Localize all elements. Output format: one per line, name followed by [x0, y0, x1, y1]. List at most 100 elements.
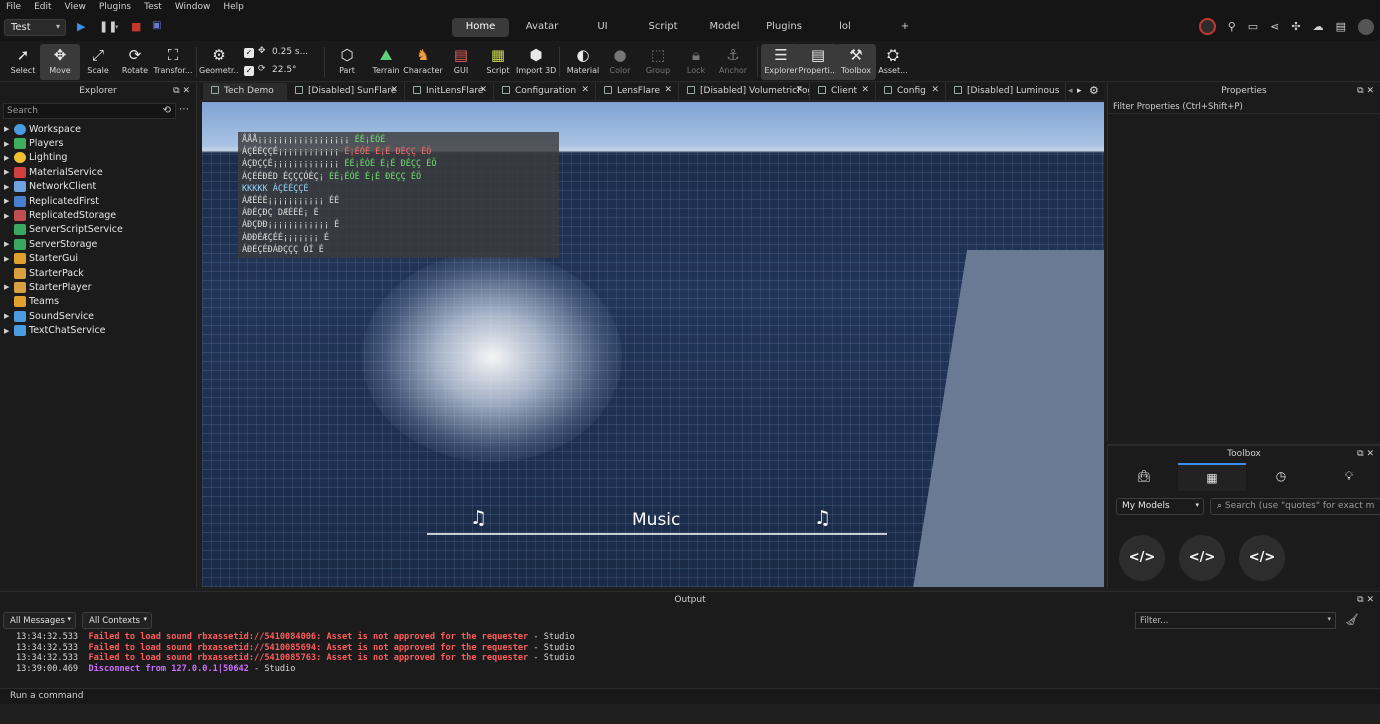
tab-ui[interactable]: UI — [575, 18, 630, 37]
gear-icon[interactable]: ⚙ — [1089, 84, 1099, 97]
expand-arrow-icon[interactable]: ▶ — [4, 140, 14, 148]
doc-tab-configuration[interactable]: Configuration ✕ — [494, 83, 596, 101]
character-tool[interactable]: ♞ Character — [403, 44, 443, 80]
more-icon[interactable]: ⋯ — [179, 104, 189, 115]
notifications-icon[interactable]: ▤ — [1336, 20, 1346, 33]
tree-item-teams[interactable]: Teams — [0, 295, 197, 309]
tab-marketplace[interactable]: 👜︎ — [1110, 463, 1178, 491]
close-tab-icon[interactable]: ✕ — [931, 85, 939, 95]
script-tool[interactable]: ▦ Script — [478, 44, 518, 80]
code-asset-button[interactable]: </> — [1239, 535, 1285, 581]
code-asset-button[interactable]: </> — [1179, 535, 1225, 581]
undock-icon[interactable]: ⧉ — [1357, 595, 1363, 605]
expand-arrow-icon[interactable]: ▶ — [4, 197, 14, 205]
doc-tab-config[interactable]: Config ✕ — [876, 83, 946, 101]
tab-model[interactable]: Model — [696, 18, 753, 37]
expand-arrow-icon[interactable]: ▶ — [4, 154, 14, 162]
close-icon[interactable]: ✕ — [1366, 449, 1374, 459]
avatar[interactable] — [1358, 18, 1374, 35]
menu-test[interactable]: Test — [144, 2, 162, 12]
asset-manager-toggle[interactable]: ⛭ Asset... — [873, 44, 913, 80]
tree-item-soundservice[interactable]: ▶ SoundService — [0, 309, 197, 323]
tree-item-networkclient[interactable]: ▶ NetworkClient — [0, 180, 197, 194]
expand-arrow-icon[interactable]: ▶ — [4, 212, 14, 220]
collaborate-icon[interactable]: ✣ — [1291, 20, 1300, 33]
tab-script[interactable]: Script — [630, 18, 696, 37]
tree-item-starterpack[interactable]: StarterPack — [0, 266, 197, 280]
rotate-snap-value[interactable]: 22.5° — [272, 65, 297, 75]
color-tool[interactable]: ● Color — [600, 44, 640, 80]
menu-help[interactable]: Help — [223, 2, 244, 12]
cloud-icon[interactable]: ☁ — [1313, 20, 1324, 33]
tree-item-workspace[interactable]: ▶ Workspace — [0, 122, 197, 136]
menu-view[interactable]: View — [65, 2, 86, 12]
toolbox-toggle[interactable]: ⚒ Toolbox — [836, 44, 876, 80]
expand-arrow-icon[interactable]: ▶ — [4, 183, 14, 191]
close-tab-icon[interactable]: ✕ — [795, 85, 803, 95]
doc-tab-client[interactable]: Client ✕ — [810, 83, 876, 101]
expand-arrow-icon[interactable]: ▶ — [4, 327, 14, 335]
tab-inventory[interactable]: ▦ — [1178, 463, 1246, 491]
tabs-scroll-right-icon[interactable]: ▸ — [1077, 86, 1082, 96]
expand-arrow-icon[interactable]: ▶ — [4, 240, 14, 248]
tab-home[interactable]: Home — [452, 18, 509, 37]
close-icon[interactable]: ✕ — [182, 86, 190, 96]
expand-arrow-icon[interactable]: ▶ — [4, 125, 14, 133]
tree-item-replicatedfirst[interactable]: ▶ ReplicatedFirst — [0, 194, 197, 208]
toolbox-search-input[interactable]: ⌕ Search (use "quotes" for exact m — [1210, 498, 1380, 515]
scale-tool[interactable]: ⤢ Scale — [78, 44, 118, 80]
tab-lol[interactable]: lol — [815, 18, 875, 37]
explorer-search-input[interactable]: Search ⟲ — [3, 103, 176, 119]
output-filter-input[interactable]: Filter... ▾ — [1135, 612, 1336, 629]
command-bar-input[interactable]: Run a command — [0, 688, 1380, 704]
undock-icon[interactable]: ⧉ — [173, 86, 179, 96]
move-snap-value[interactable]: 0.25 s... — [272, 47, 308, 57]
tab-creations[interactable]: 💡︎ — [1315, 463, 1380, 491]
tree-item-starterplayer[interactable]: ▶ StarterPlayer — [0, 280, 197, 294]
add-friend-icon[interactable]: ⚲ — [1228, 20, 1236, 33]
rotate-snap-checkbox[interactable]: ✓ — [244, 66, 254, 76]
anchor-tool[interactable]: ⚓ Anchor — [713, 44, 753, 80]
close-tab-icon[interactable]: ✕ — [581, 85, 589, 95]
history-icon[interactable]: ⟲ — [163, 105, 171, 116]
select-tool[interactable]: ➚ Select — [3, 44, 43, 80]
doc-tab-luminous[interactable]: [Disabled] Luminous — [946, 83, 1066, 101]
explorer-toggle[interactable]: ☰ Explorer — [761, 44, 801, 80]
tree-item-serverstorage[interactable]: ▶ ServerStorage — [0, 237, 197, 251]
properties-toggle[interactable]: ▤ Properti... — [798, 44, 838, 80]
mode-select[interactable]: Test ▾ — [4, 19, 66, 36]
tree-item-materialservice[interactable]: ▶ MaterialService — [0, 165, 197, 179]
part-tool[interactable]: ⬡ Part — [327, 44, 367, 80]
clear-output-icon[interactable]: 🧹︎ — [1345, 613, 1359, 626]
play-icon[interactable]: ▶ — [77, 20, 85, 33]
group-tool[interactable]: ⬚ Group — [638, 44, 678, 80]
messages-filter-select[interactable]: All Messages ▾ — [3, 612, 76, 629]
material-tool[interactable]: ◐ Material — [563, 44, 603, 80]
tree-item-players[interactable]: ▶ Players — [0, 136, 197, 150]
window-icon[interactable]: ▣ — [152, 20, 161, 31]
expand-arrow-icon[interactable]: ▶ — [4, 283, 14, 291]
properties-filter-input[interactable]: Filter Properties (Ctrl+Shift+P) — [1108, 100, 1380, 114]
geometry-tool[interactable]: ⚙ Geometr... — [199, 44, 239, 80]
rotate-tool[interactable]: ⟳ Rotate — [115, 44, 155, 80]
tab-avatar[interactable]: Avatar — [509, 18, 575, 37]
close-tab-icon[interactable]: ✕ — [861, 85, 869, 95]
doc-tab-volumetricfog[interactable]: [Disabled] VolumetricFog ✕ — [679, 83, 810, 101]
doc-tab-initlensflare[interactable]: InitLensFlare ✕ — [405, 83, 494, 101]
stop-icon[interactable]: ■ — [131, 20, 141, 33]
code-asset-button[interactable]: </> — [1119, 535, 1165, 581]
chat-icon[interactable]: ▭ — [1248, 20, 1258, 33]
transform-tool[interactable]: ⛶ Transfor... — [153, 44, 193, 80]
close-tab-icon[interactable]: ✕ — [390, 85, 398, 95]
expand-arrow-icon[interactable]: ▶ — [4, 312, 14, 320]
contexts-filter-select[interactable]: All Contexts ▾ — [82, 612, 152, 629]
tab-recent[interactable]: ◷ — [1247, 463, 1315, 491]
doc-tab-sunflare[interactable]: [Disabled] SunFlare ✕ — [287, 83, 405, 101]
terrain-tool[interactable]: ⛰ Terrain — [366, 44, 406, 80]
menu-edit[interactable]: Edit — [34, 2, 51, 12]
undock-icon[interactable]: ⧉ — [1357, 86, 1363, 96]
3d-viewport[interactable]: ÅÅÅ¡¡¡¡¡¡¡¡¡¡¡¡¡¡¡¡¡¡ ÉÉ¡ÉÓÉ ÁÇÉÉÇÇÉ¡¡¡¡… — [202, 102, 1104, 587]
expand-arrow-icon[interactable]: ▶ — [4, 168, 14, 176]
close-tab-icon[interactable]: ✕ — [664, 85, 672, 95]
toolbox-category-select[interactable]: My Models ▾ — [1116, 498, 1204, 515]
